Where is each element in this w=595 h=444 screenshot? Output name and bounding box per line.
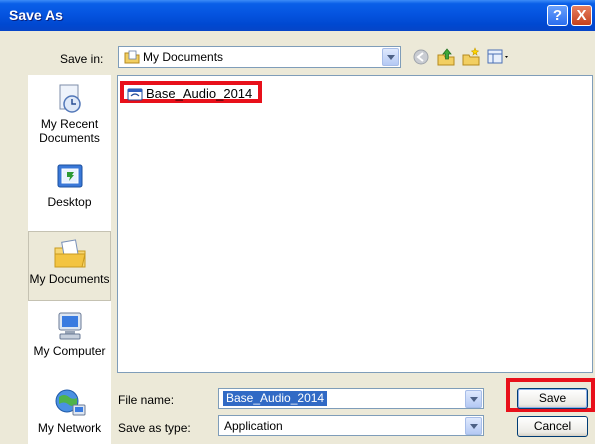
save-as-dialog: Save As ? X Save in: My Documents My Rec… xyxy=(0,0,595,444)
help-button[interactable]: ? xyxy=(547,5,568,26)
place-my-recent-documents[interactable]: My Recent Documents xyxy=(28,83,111,153)
title-bar[interactable]: Save As ? X xyxy=(0,0,595,31)
place-label: My Network xyxy=(37,421,102,435)
my-network-icon xyxy=(55,389,85,416)
save-as-type-label: Save as type: xyxy=(118,421,191,435)
my-computer-icon xyxy=(58,312,81,340)
file-name-field[interactable]: Base_Audio_2014 xyxy=(218,388,484,409)
file-name-label: File name: xyxy=(118,393,175,407)
list-item[interactable]: Base_Audio_2014 xyxy=(120,81,263,103)
desktop-icon xyxy=(57,164,82,188)
save-in-label: Save in: xyxy=(60,52,104,66)
up-one-level-icon[interactable] xyxy=(436,47,456,67)
chevron-down-icon[interactable] xyxy=(465,417,482,435)
places-bar: My Recent Documents Desktop My Documents xyxy=(28,75,111,444)
place-desktop[interactable]: Desktop xyxy=(28,161,111,213)
cancel-button[interactable]: Cancel xyxy=(517,416,588,437)
folder-documents-icon xyxy=(124,50,140,64)
recent-documents-icon xyxy=(59,84,81,113)
file-name: Base_Audio_2014 xyxy=(146,86,253,101)
place-my-documents[interactable]: My Documents xyxy=(28,231,111,301)
create-new-folder-icon[interactable] xyxy=(461,47,481,67)
place-my-network[interactable]: My Network xyxy=(28,387,111,444)
save-in-dropdown[interactable]: My Documents xyxy=(118,46,401,68)
save-button[interactable]: Save xyxy=(517,388,588,409)
file-list[interactable]: Base_Audio_2014 xyxy=(117,75,593,373)
save-in-value: My Documents xyxy=(143,50,224,64)
chevron-down-icon[interactable] xyxy=(382,48,399,66)
chevron-down-icon[interactable] xyxy=(465,390,482,408)
back-icon[interactable] xyxy=(412,48,430,66)
window-title: Save As xyxy=(9,7,63,23)
my-documents-icon xyxy=(54,239,86,268)
view-menu-icon[interactable] xyxy=(487,49,511,65)
place-label: My Computer xyxy=(33,344,106,358)
save-as-type-dropdown[interactable]: Application xyxy=(218,415,484,436)
place-label: My Documents xyxy=(29,272,110,286)
place-label: Desktop xyxy=(47,195,92,209)
close-button[interactable]: X xyxy=(571,5,592,26)
place-my-computer[interactable]: My Computer xyxy=(28,310,111,366)
place-label: My Recent Documents xyxy=(39,117,100,145)
application-file-icon xyxy=(127,88,143,101)
file-name-value[interactable]: Base_Audio_2014 xyxy=(223,391,328,406)
save-as-type-value: Application xyxy=(224,419,283,433)
